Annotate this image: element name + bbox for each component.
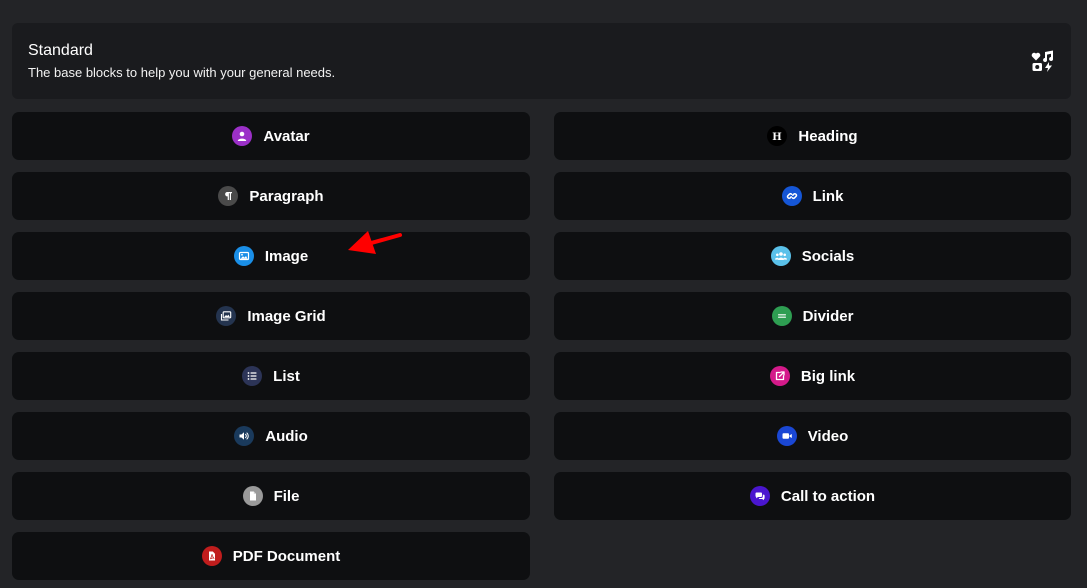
- link-icon: [781, 186, 802, 206]
- paragraph-icon: [218, 186, 239, 206]
- block-label: Image Grid: [247, 307, 326, 325]
- block-image[interactable]: Image: [12, 232, 530, 280]
- block-link[interactable]: Link: [554, 172, 1071, 220]
- block-label: Image: [264, 247, 309, 265]
- block-audio[interactable]: Audio: [12, 412, 530, 460]
- users-icon: [770, 246, 791, 266]
- block-file[interactable]: File: [12, 472, 530, 520]
- image-icon: [233, 246, 254, 266]
- block-label: File: [273, 487, 300, 505]
- block-label: PDF Document: [232, 547, 341, 565]
- block-label: Link: [812, 187, 844, 205]
- block-label: Big link: [800, 367, 856, 385]
- block-video[interactable]: Video: [554, 412, 1071, 460]
- block-label: List: [273, 367, 300, 385]
- file-icon: [242, 486, 263, 506]
- block-label: Video: [807, 427, 849, 445]
- video-icon: [776, 426, 797, 446]
- heading-icon: H: [767, 126, 788, 146]
- section-header: Standard The base blocks to help you wit…: [12, 23, 1071, 99]
- block-label: Heading: [798, 127, 858, 145]
- block-label: Paragraph: [249, 187, 324, 205]
- block-label: Avatar: [263, 127, 310, 145]
- shapes-icon: [1031, 49, 1055, 73]
- block-paragraph[interactable]: Paragraph: [12, 172, 530, 220]
- block-big-link[interactable]: Big link: [554, 352, 1071, 400]
- list-icon: [242, 366, 263, 386]
- block-label: Audio: [265, 427, 308, 445]
- block-label: Call to action: [780, 487, 876, 505]
- section-title: Standard: [28, 42, 93, 59]
- block-divider[interactable]: Divider: [554, 292, 1071, 340]
- external-link-icon: [769, 366, 790, 386]
- block-label: Divider: [802, 307, 854, 325]
- block-image-grid[interactable]: Image Grid: [12, 292, 530, 340]
- section-description: The base blocks to help you with your ge…: [28, 65, 336, 80]
- volume-icon: [234, 426, 255, 446]
- block-call-to-action[interactable]: Call to action: [554, 472, 1071, 520]
- user-icon: [232, 126, 253, 146]
- block-list[interactable]: List: [12, 352, 530, 400]
- images-icon: [216, 306, 237, 326]
- block-avatar[interactable]: Avatar: [12, 112, 530, 160]
- block-label: Socials: [801, 247, 855, 265]
- blocks-grid: Avatar H Heading Paragraph Link Image So…: [12, 112, 1071, 580]
- comments-icon: [749, 486, 770, 506]
- divider-icon: [771, 306, 792, 326]
- block-heading[interactable]: H Heading: [554, 112, 1071, 160]
- svg-text:H: H: [773, 132, 782, 142]
- file-pdf-icon: [201, 546, 222, 566]
- block-pdf-document[interactable]: PDF Document: [12, 532, 530, 580]
- blocks-panel: Standard The base blocks to help you wit…: [0, 0, 1087, 588]
- block-socials[interactable]: Socials: [554, 232, 1071, 280]
